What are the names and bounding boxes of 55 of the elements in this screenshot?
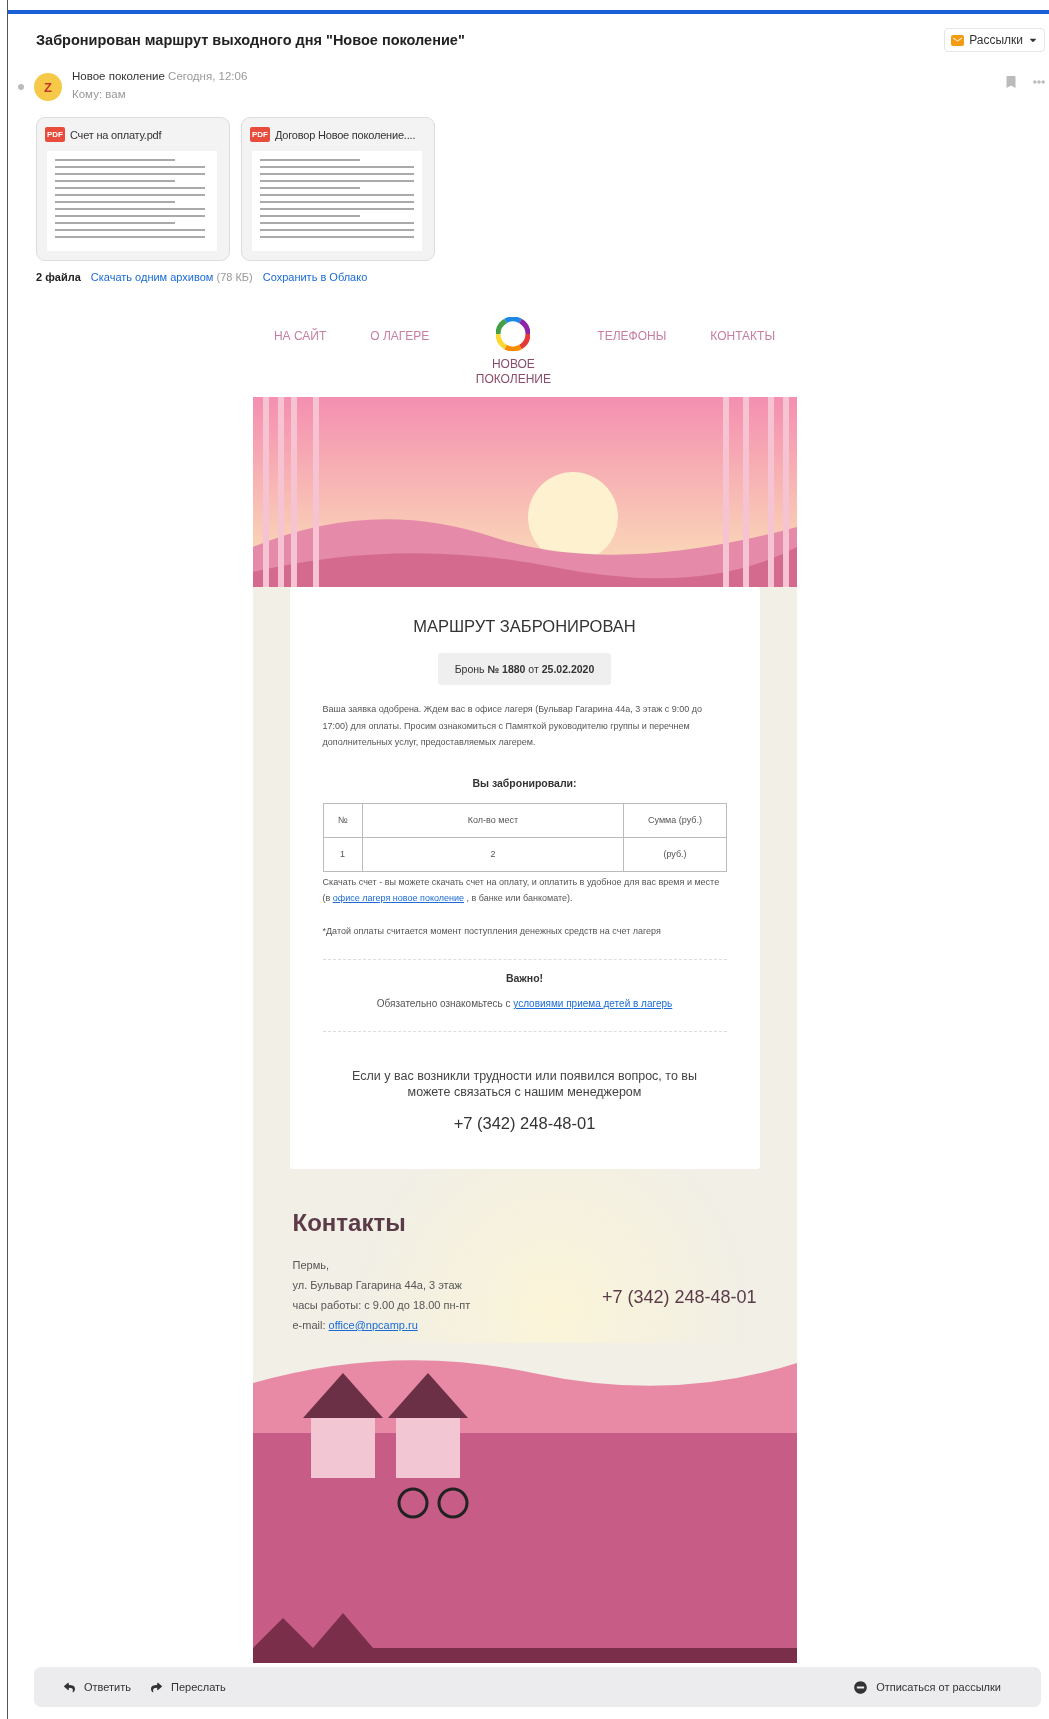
nav-link[interactable]: ТЕЛЕФОНЫ: [597, 329, 667, 343]
sender-avatar: Z: [34, 73, 62, 101]
recipient-label: Кому: вам: [72, 88, 127, 100]
attachment-card[interactable]: PDF Договор Новое поколение....: [241, 117, 435, 261]
nav-link[interactable]: КОНТАКТЫ: [710, 329, 776, 343]
contacts-phone: +7 (342) 248-48-01: [601, 1286, 757, 1308]
pdf-icon: PDF: [45, 127, 65, 142]
contacts-heading: Контакты: [292, 1209, 407, 1237]
table-cell: (руб.): [623, 837, 726, 871]
logo-text: НОВОЕ ПОКОЛЕНИЕ: [474, 357, 552, 387]
save-to-cloud-link[interactable]: Сохранить в Облако: [262, 271, 368, 283]
reply-button[interactable]: Ответить: [54, 1681, 142, 1693]
envelope-icon: [951, 34, 965, 46]
forward-icon: [151, 1681, 163, 1693]
reply-icon: [64, 1681, 75, 1693]
rules-link[interactable]: условиями приема детей в лагерь: [513, 998, 673, 1009]
contact-question: Если у вас возникли трудности или появился вопрос, то вы можете связаться с нашим менеджером: [351, 1068, 698, 1100]
attachment-card[interactable]: PDF Счет на оплату.pdf: [36, 117, 230, 261]
table-cell: 2: [362, 837, 624, 871]
important-label: Важно!: [505, 972, 544, 984]
contact-email: e-mail: office@npcamp.ru: [292, 1318, 419, 1333]
office-link[interactable]: офисе лагеря новое поколение: [332, 893, 464, 903]
sender-name[interactable]: Новое поколение: [72, 70, 165, 82]
table-header-cell: №: [323, 803, 362, 837]
table-title: Вы забронировали:: [472, 776, 577, 789]
contact-line: ул. Бульвар Гагарина 44а, 3 этаж: [292, 1278, 463, 1293]
archive-size: (78 КБ): [216, 271, 253, 283]
invoice-text: Скачать счет - вы можете скачать счет на оплату, и оплатить в удобное для вас время и месте (в офисе лагеря новое поколение , в банке или банкомате).: [322, 875, 721, 905]
attachment-name: Счет на оплату.pdf: [70, 128, 162, 141]
table-header-cell: Кол-во мест: [362, 803, 624, 837]
folder-button[interactable]: Рассылки: [944, 28, 1045, 52]
message-time: Сегодня, 12:06: [168, 70, 248, 82]
booking-title: МАРШРУТ ЗАБРОНИРОВАН: [413, 617, 636, 636]
bookmark-icon[interactable]: [1005, 76, 1017, 88]
payment-note: *Датой оплаты считается момент поступления денежных средств на счет лагеря: [322, 924, 662, 938]
download-archive-link[interactable]: Скачать одним архивом: [90, 271, 214, 283]
rules-text: Обязательно ознакомьтесь с условиями приема детей в лагерь: [376, 998, 673, 1009]
booking-number: Бронь № 1880 от 25.02.2020: [437, 653, 612, 685]
contact-line: часы работы: с 9.00 до 18.00 пн-пт: [292, 1298, 471, 1313]
email-subject: Забронирован маршрут выходного дня "Новое поколение": [36, 32, 465, 48]
ring-logo-icon: [496, 317, 531, 351]
forward-button[interactable]: Переслать: [141, 1681, 236, 1693]
email-link[interactable]: office@npcamp.ru: [328, 1319, 418, 1331]
pdf-icon: PDF: [250, 127, 270, 142]
table-cell: 1: [323, 837, 362, 871]
booking-intro: Ваша заявка одобрена. Ждем вас в офисе лагеря (Бульвар Гагарина 44а, 3 этаж с 9:00 до 17:00) для оплаты. Просим ознакомиться с Памяткой руководителю группы и перечнем дополнительных услуг, предоставляемых лагерем.: [322, 703, 703, 749]
unsubscribe-button[interactable]: Отписаться от рассылки: [844, 1680, 1011, 1694]
nav-link[interactable]: НА САЙТ: [273, 329, 327, 343]
attachment-name: Договор Новое поколение....: [275, 128, 416, 141]
phone-number: +7 (342) 248-48-01: [453, 1114, 596, 1133]
unread-dot: [18, 84, 24, 90]
files-count: 2 файла: [36, 271, 81, 283]
contact-line: Пермь,: [292, 1258, 330, 1273]
table-header-cell: Сумма (руб.): [623, 803, 726, 837]
nav-link[interactable]: О ЛАГЕРЕ: [370, 329, 430, 343]
